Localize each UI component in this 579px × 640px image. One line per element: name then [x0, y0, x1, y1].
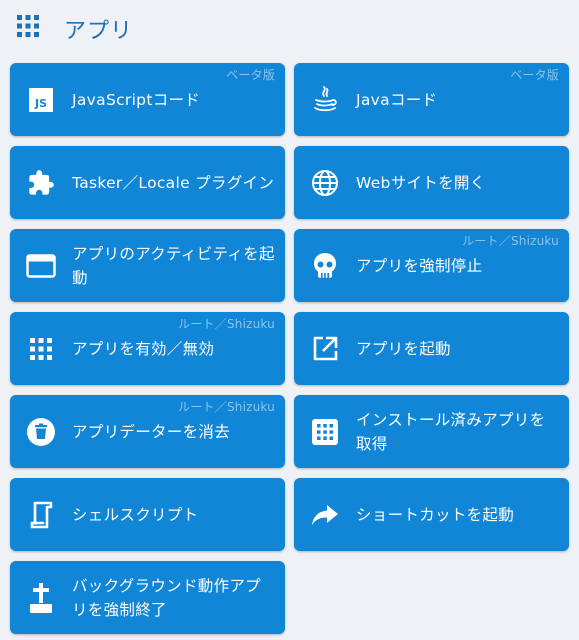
- action-card-tasker-plugin[interactable]: Tasker／Locale プラグイン: [10, 146, 285, 219]
- action-label: アプリを起動: [356, 339, 451, 358]
- apps-grid-icon: [16, 14, 40, 38]
- action-card-enable-disable-app[interactable]: ルート／Shizuku アプリを有効／無効: [10, 312, 285, 385]
- action-card-kill-background-apps[interactable]: バックグラウンド動作アプリを強制終了: [10, 561, 285, 634]
- action-label: インストール済みアプリを取得: [356, 410, 546, 453]
- app-bar: アプリ: [0, 0, 579, 56]
- action-grid: ベータ版 JS JavaScriptコード ベータ版 Javaコード Taske…: [10, 63, 570, 634]
- action-label: シェルスクリプト: [72, 505, 199, 524]
- javascript-icon: JS: [26, 85, 56, 115]
- puzzle-icon: [26, 168, 56, 198]
- script-icon: [26, 500, 56, 530]
- skull-icon: [310, 251, 340, 281]
- trash-icon: [26, 417, 56, 447]
- window-icon: [26, 251, 56, 281]
- globe-icon: [310, 168, 340, 198]
- action-label: Tasker／Locale プラグイン: [72, 173, 275, 192]
- action-card-clear-app-data[interactable]: ルート／Shizuku アプリデーターを消去: [10, 395, 285, 468]
- open-in-new-icon: [310, 334, 340, 364]
- svg-text:JS: JS: [34, 97, 47, 110]
- action-label: アプリを強制停止: [356, 256, 483, 275]
- apps-grid-icon: [26, 334, 56, 364]
- action-card-open-website[interactable]: Webサイトを開く: [294, 146, 569, 219]
- dialpad-icon: [310, 417, 340, 447]
- java-icon: [310, 85, 340, 115]
- action-card-launch-shortcut[interactable]: ショートカットを起動: [294, 478, 569, 551]
- action-label: アプリのアクティビティを起動: [72, 244, 275, 287]
- action-card-java[interactable]: ベータ版 Javaコード: [294, 63, 569, 136]
- action-card-launch-app[interactable]: アプリを起動: [294, 312, 569, 385]
- action-label: アプリデーターを消去: [72, 422, 231, 441]
- action-label: アプリを有効／無効: [72, 339, 215, 358]
- action-label: Webサイトを開く: [356, 173, 486, 192]
- action-card-get-installed-apps[interactable]: インストール済みアプリを取得: [294, 395, 569, 468]
- action-label: JavaScriptコード: [72, 90, 201, 109]
- page-title: アプリ: [64, 19, 134, 44]
- action-card-shell-script[interactable]: シェルスクリプト: [10, 478, 285, 551]
- action-label: ショートカットを起動: [356, 505, 515, 524]
- action-label: Javaコード: [356, 90, 438, 109]
- action-card-javascript[interactable]: ベータ版 JS JavaScriptコード: [10, 63, 285, 136]
- action-label: バックグラウンド動作アプリを強制終了: [72, 576, 261, 619]
- grave-icon: [26, 583, 56, 613]
- share-arrow-icon: [310, 500, 340, 530]
- action-card-force-stop[interactable]: ルート／Shizuku アプリを強制停止: [294, 229, 569, 302]
- action-card-launch-activity[interactable]: アプリのアクティビティを起動: [10, 229, 285, 302]
